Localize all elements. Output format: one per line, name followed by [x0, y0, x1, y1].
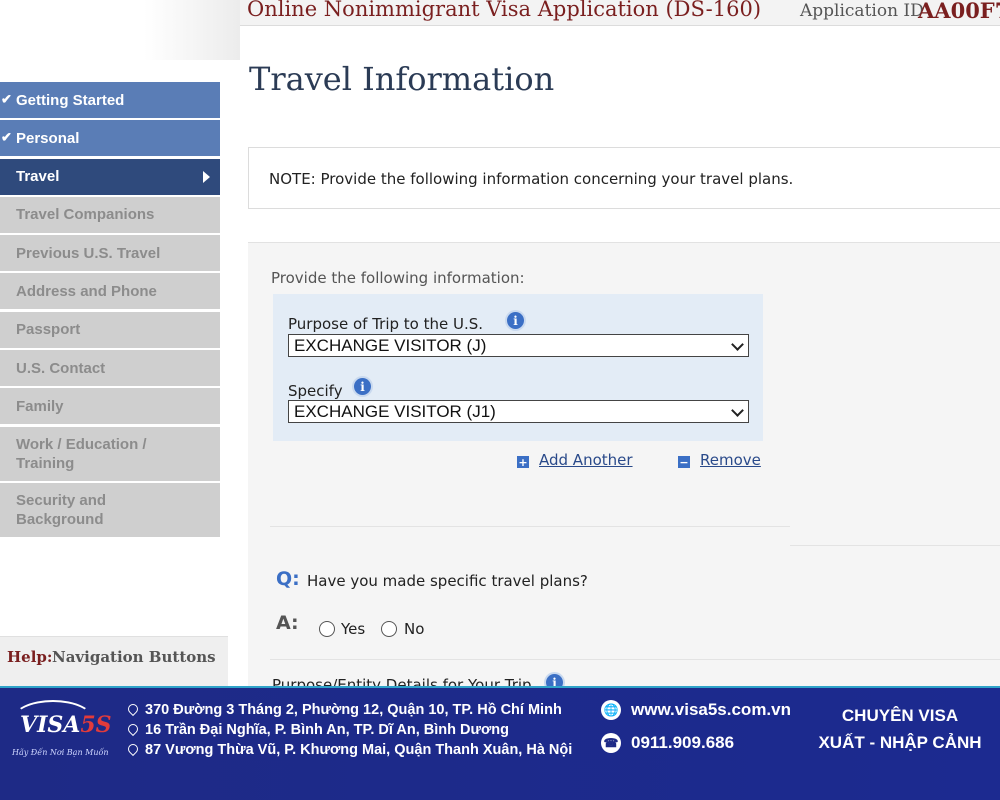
- plus-icon[interactable]: +: [517, 456, 529, 469]
- website-text: www.visa5s.com.vn: [631, 700, 791, 719]
- sidebar-item-label: Previous U.S. Travel: [16, 244, 161, 262]
- sidebar-item-work-education[interactable]: Work / Education / Training: [0, 426, 220, 481]
- sidebar-item-us-contact[interactable]: U.S. Contact: [0, 350, 220, 387]
- radio-yes[interactable]: [319, 621, 335, 637]
- page-title: Travel Information: [249, 60, 555, 98]
- remove-link[interactable]: Remove: [700, 451, 761, 469]
- sidebar-item-label: Travel Companions: [16, 206, 155, 224]
- help-label: Help:: [7, 648, 53, 666]
- question-text: Have you made specific travel plans?: [307, 572, 588, 590]
- arrow-right-icon: [203, 170, 210, 183]
- note-text: NOTE: Provide the following information …: [269, 170, 794, 188]
- radio-no-label[interactable]: No: [404, 620, 424, 638]
- specify-select-value: EXCHANGE VISITOR (J1): [294, 401, 496, 421]
- logo-text: VISA: [20, 712, 81, 738]
- address-line: 16 Trần Đại Nghĩa, P. Bình An, TP. Dĩ An…: [125, 721, 510, 738]
- application-id-value: AA00F7: [918, 0, 1000, 23]
- sidebar-item-label: Travel: [16, 168, 60, 186]
- chevron-down-icon: [731, 404, 744, 417]
- location-pin-icon: [125, 701, 141, 717]
- logo-5s: 5S: [80, 712, 112, 738]
- purpose-label: Purpose of Trip to the U.S.: [288, 315, 484, 333]
- sidebar-item-label: U.S. Contact: [16, 359, 106, 377]
- sidebar-item-passport[interactable]: Passport: [0, 311, 220, 348]
- check-icon: ✔: [1, 129, 12, 145]
- slogan-line-1: CHUYÊN VISA: [841, 706, 959, 725]
- sidebar-item-previous-us-travel[interactable]: Previous U.S. Travel: [0, 235, 220, 272]
- location-pin-icon: [125, 741, 141, 757]
- help-link[interactable]: Navigation Buttons: [52, 648, 216, 666]
- sidebar-item-label: Passport: [16, 321, 81, 339]
- sidebar-nav: ✔ Getting Started ✔ Personal Travel Trav…: [0, 82, 220, 539]
- address-line: 87 Vương Thừa Vũ, P. Khương Mai, Quận Th…: [125, 741, 573, 758]
- logo-tagline: Hãy Đến Nơi Bạn Muốn: [12, 748, 109, 757]
- address-line: 370 Đường 3 Tháng 2, Phường 12, Quận 10,…: [125, 701, 562, 718]
- radio-yes-label[interactable]: Yes: [341, 620, 365, 638]
- header-left-panel: [0, 0, 240, 60]
- sidebar-item-label: Security and Background: [16, 491, 107, 528]
- slogan-line-2: XUẤT - NHẬP CẢNH: [818, 733, 982, 752]
- visa5s-logo: VISA5S: [20, 712, 112, 738]
- globe-icon: 🌐: [601, 700, 621, 720]
- check-icon: ✔: [1, 91, 12, 107]
- phone-contact: ☎ 0911.909.686: [601, 733, 734, 753]
- app-title: Online Nonimmigrant Visa Application (DS…: [247, 0, 762, 21]
- sidebar-item-personal[interactable]: ✔ Personal: [0, 120, 220, 157]
- radio-no[interactable]: [381, 621, 397, 637]
- divider: [270, 659, 1000, 660]
- location-pin-icon: [125, 721, 141, 737]
- info-icon[interactable]: i: [354, 378, 371, 395]
- question-marker: Q:: [276, 568, 300, 590]
- sidebar-item-label: Address and Phone: [16, 282, 157, 300]
- provide-info-text: Provide the following information:: [271, 269, 525, 287]
- website-contact: 🌐 www.visa5s.com.vn: [601, 700, 791, 720]
- sidebar-item-label: Personal: [16, 129, 80, 147]
- phone-text: 0911.909.686: [631, 733, 735, 752]
- purpose-select[interactable]: EXCHANGE VISITOR (J): [288, 334, 749, 357]
- purpose-select-value: EXCHANGE VISITOR (J): [294, 335, 487, 355]
- sidebar-item-label: Family: [16, 397, 64, 415]
- info-icon[interactable]: i: [507, 312, 524, 329]
- specify-label: Specify: [288, 382, 343, 400]
- add-another-link[interactable]: Add Another: [539, 451, 633, 469]
- application-id-label: Application ID: [800, 1, 924, 21]
- divider: [270, 526, 790, 527]
- answer-marker: A:: [276, 612, 299, 634]
- sidebar-item-address-and-phone[interactable]: Address and Phone: [0, 273, 220, 310]
- phone-icon: ☎: [601, 733, 621, 753]
- sidebar-item-security[interactable]: Security and Background: [0, 482, 220, 537]
- sidebar-item-label: Getting Started: [16, 91, 125, 109]
- minus-icon[interactable]: −: [678, 456, 690, 469]
- sidebar-item-getting-started[interactable]: ✔ Getting Started: [0, 82, 220, 118]
- chevron-down-icon: [731, 338, 744, 351]
- sidebar-item-travel-companions[interactable]: Travel Companions: [0, 196, 220, 233]
- specify-select[interactable]: EXCHANGE VISITOR (J1): [288, 400, 749, 423]
- address-text: 370 Đường 3 Tháng 2, Phường 12, Quận 10,…: [145, 702, 562, 718]
- sidebar-item-family[interactable]: Family: [0, 388, 220, 425]
- sidebar-item-label: Work / Education / Training: [16, 435, 147, 472]
- address-text: 16 Trần Đại Nghĩa, P. Bình An, TP. Dĩ An…: [145, 722, 510, 738]
- divider: [790, 545, 1000, 546]
- address-text: 87 Vương Thừa Vũ, P. Khương Mai, Quận Th…: [145, 742, 573, 758]
- sidebar-item-travel[interactable]: Travel: [0, 158, 220, 195]
